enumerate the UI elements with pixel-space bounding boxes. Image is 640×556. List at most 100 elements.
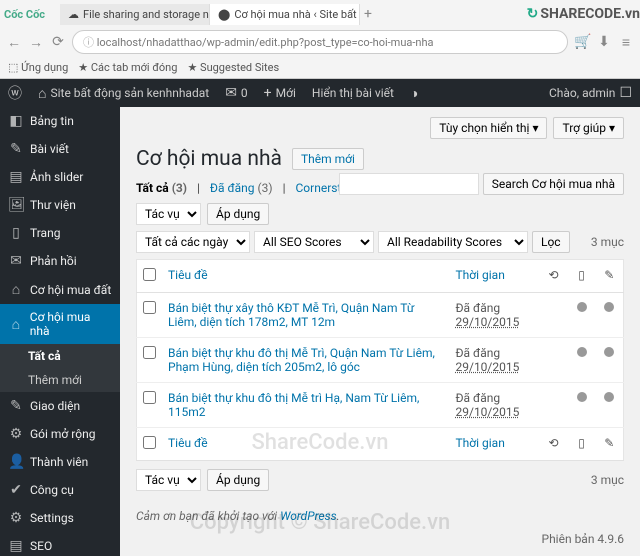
row-checkbox[interactable]	[143, 301, 156, 314]
feedback-icon: ✉	[8, 253, 24, 269]
bookmark-item[interactable]: ⬚ Ứng dụng	[8, 61, 68, 74]
cart-icon[interactable]: 🛒	[574, 34, 590, 50]
seo-dot-icon	[577, 392, 587, 402]
readability-dot-icon	[604, 347, 614, 357]
seo-dot-icon	[577, 347, 587, 357]
readability-filter-select[interactable]: All Readability Scores	[378, 231, 528, 253]
screen-options-button[interactable]: Tùy chọn hiển thị ▾	[430, 117, 547, 139]
col-date[interactable]: Thời gian	[456, 436, 505, 450]
bulk-action-select[interactable]: Tác vụ	[136, 203, 201, 225]
sidebar-item-buy-house[interactable]: ⌂Cơ hội mua nhà	[0, 304, 120, 344]
pages-icon: ▯	[8, 225, 24, 241]
col-links-icon: ⟲	[540, 260, 568, 293]
table-row: Bán biệt thự khu đô thị Mễ Trì, Quận Nam…	[137, 338, 624, 383]
new-content-link[interactable]: +Mới	[256, 85, 304, 101]
row-checkbox[interactable]	[143, 391, 156, 404]
favicon-icon: ☁	[68, 8, 79, 21]
admin-sidebar: ◧Bảng tin ✎Bài viết ▤Ảnh slider 🖼Thư việ…	[0, 107, 120, 556]
submenu-add-new[interactable]: Thêm mới	[0, 368, 120, 392]
sidebar-item-settings[interactable]: ⚙Settings	[0, 504, 120, 532]
readability-dot-icon	[604, 302, 614, 312]
sidebar-item-users[interactable]: 👤Thành viên	[0, 448, 120, 476]
browser-chrome: Cốc Cốc ☁File sharing and storage n× ⬤Cơ…	[0, 0, 640, 79]
forward-icon[interactable]: →	[28, 34, 44, 51]
filter-published[interactable]: Đã đăng (3)	[210, 181, 273, 195]
sidebar-item-feedback[interactable]: ✉Phản hồi	[0, 247, 120, 275]
bulk-action-select[interactable]: Tác vụ	[136, 469, 201, 491]
sidebar-item-appearance[interactable]: ✎Giao diện	[0, 392, 120, 420]
browser-tab[interactable]: ☁File sharing and storage n×	[60, 4, 210, 25]
seo-icon[interactable]: ◑	[402, 85, 426, 102]
sidebar-item-tools[interactable]: ✔Công cụ	[0, 476, 120, 504]
sidebar-item-pages[interactable]: ▯Trang	[0, 219, 120, 247]
table-row: Bán biệt thự xây thô KĐT Mễ Trì, Quận Na…	[137, 293, 624, 338]
plugins-icon: ⚙	[8, 426, 24, 442]
wp-logo-icon[interactable]: ⓦ	[0, 83, 30, 103]
col-title[interactable]: Tiêu đề	[168, 268, 208, 282]
bookmark-item[interactable]: ★ Các tab mới đóng	[78, 61, 177, 74]
date-filter-select[interactable]: Tất cả các ngày	[136, 231, 250, 253]
wordpress-link[interactable]: WordPress	[280, 509, 337, 523]
select-all-checkbox[interactable]	[143, 436, 156, 449]
slider-icon: ▤	[8, 169, 24, 185]
row-checkbox[interactable]	[143, 346, 156, 359]
table-row: Bán biệt thự khu đô thị Mễ trì Hạ, Nam T…	[137, 383, 624, 428]
post-title-link[interactable]: Bán biệt thự khu đô thị Mễ trì Hạ, Nam T…	[168, 391, 419, 419]
readability-dot-icon	[604, 392, 614, 402]
posts-table: Tiêu đề Thời gian ⟲ ▯ ✎ Bán biệt thự xây…	[136, 259, 624, 461]
sidebar-item-slider[interactable]: ▤Ảnh slider	[0, 163, 120, 191]
appearance-icon: ✎	[8, 398, 24, 414]
result-count: 3 mục	[591, 235, 624, 249]
sidebar-item-plugins[interactable]: ⚙Gói mở rộng	[0, 420, 120, 448]
dashboard-icon: ◧	[8, 113, 24, 129]
menu-icon[interactable]: ≡	[618, 34, 634, 51]
home-icon: ⌂	[8, 316, 24, 333]
search-input[interactable]	[339, 173, 479, 195]
seo-filter-select[interactable]: All SEO Scores	[254, 231, 374, 253]
col-readability-icon: ✎	[596, 260, 624, 293]
submenu-all[interactable]: Tất cả	[0, 344, 120, 368]
filter-button[interactable]: Lọc	[532, 231, 570, 253]
post-title-link[interactable]: Bán biệt thự khu đô thị Mễ Trì, Quận Nam…	[168, 346, 435, 374]
new-tab-button[interactable]: +	[360, 6, 376, 22]
sidebar-item-buy-land[interactable]: ⌂Cơ hội mua đất	[0, 275, 120, 304]
reload-icon[interactable]: ⟳	[50, 34, 66, 50]
bookmark-item[interactable]: ★ Suggested Sites	[187, 61, 279, 74]
address-bar[interactable]: ⓘ localhost/nhadatthao/wp-admin/edit.php…	[72, 30, 568, 54]
download-icon[interactable]: ⬇	[596, 34, 612, 50]
col-links-icon: ⟲	[540, 428, 568, 461]
help-button[interactable]: Trợ giúp ▾	[553, 117, 624, 139]
site-link[interactable]: ⌂Site bất động sản kenhnhadat	[30, 85, 217, 102]
sidebar-item-dashboard[interactable]: ◧Bảng tin	[0, 107, 120, 135]
users-icon: 👤	[8, 454, 24, 470]
back-icon[interactable]: ←	[6, 34, 22, 51]
apply-button[interactable]: Áp dụng	[207, 203, 269, 225]
content-area: Tùy chọn hiển thị ▾ Trợ giúp ▾ Cơ hội mu…	[120, 107, 640, 556]
col-date[interactable]: Thời gian	[456, 268, 505, 282]
seo-dot-icon	[577, 302, 587, 312]
search-button[interactable]: Search Cơ hội mua nhà	[483, 173, 624, 195]
select-all-checkbox[interactable]	[143, 268, 156, 281]
home-icon: ⌂	[8, 281, 24, 298]
browser-tab[interactable]: ⬤Cơ hội mua nhà ‹ Site bất×	[210, 4, 360, 25]
view-post-link[interactable]: Hiển thị bài viết	[304, 86, 402, 100]
sharecode-logo: ↻SHARECODE.vn	[527, 6, 640, 22]
posts-icon: ✎	[8, 141, 24, 157]
favicon-icon: ⬤	[218, 8, 230, 21]
post-title-link[interactable]: Bán biệt thự xây thô KĐT Mễ Trì, Quận Na…	[168, 301, 414, 329]
col-title[interactable]: Tiêu đề	[168, 436, 208, 450]
add-new-button[interactable]: Thêm mới	[292, 148, 364, 170]
sidebar-item-seo[interactable]: ▤SEO	[0, 532, 120, 556]
account-link[interactable]: Chào, admin ☐	[541, 85, 640, 101]
result-count: 3 mục	[591, 473, 624, 487]
version-label: Phiên bản 4.9.6	[542, 532, 625, 546]
apply-button[interactable]: Áp dụng	[207, 469, 269, 491]
sidebar-item-posts[interactable]: ✎Bài viết	[0, 135, 120, 163]
sidebar-item-media[interactable]: 🖼Thư viện	[0, 191, 120, 219]
seo-icon: ▤	[8, 538, 24, 554]
wp-admin-bar: ⓦ ⌂Site bất động sản kenhnhadat ✉0 +Mới …	[0, 79, 640, 107]
tools-icon: ✔	[8, 482, 24, 498]
settings-icon: ⚙	[8, 510, 24, 526]
filter-all[interactable]: Tất cả (3)	[136, 181, 187, 195]
comments-link[interactable]: ✉0	[217, 85, 255, 101]
